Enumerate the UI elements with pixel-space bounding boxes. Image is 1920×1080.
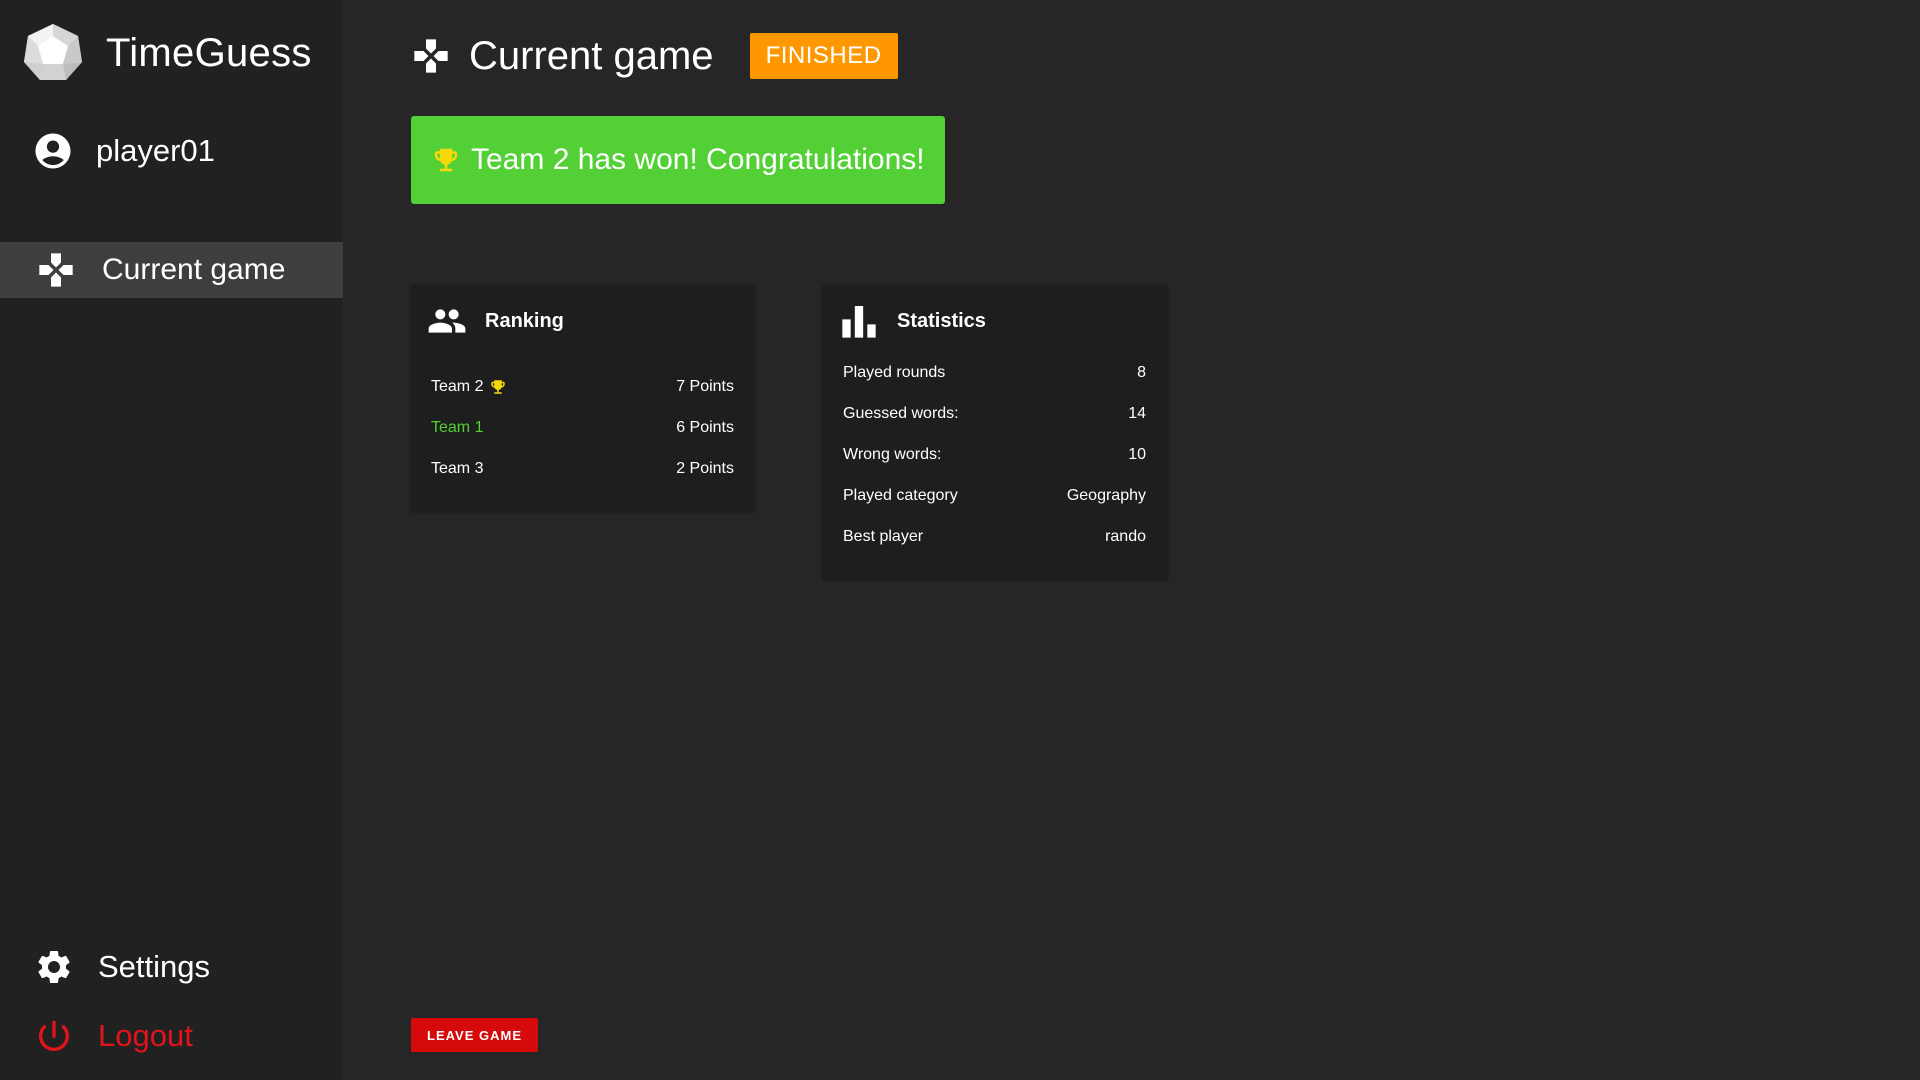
settings-link[interactable]: Settings bbox=[34, 947, 210, 987]
dodecahedron-logo bbox=[24, 24, 82, 80]
statistic-value: Geography bbox=[1066, 487, 1146, 504]
team-points: 7 Points bbox=[676, 378, 734, 395]
statistic-row: Best player rando bbox=[843, 525, 1146, 549]
statistics-card: Statistics Played rounds 8 Guessed words… bbox=[823, 285, 1167, 579]
brand: TimeGuess bbox=[22, 22, 312, 84]
statistic-label: Played category bbox=[843, 487, 958, 504]
statistic-label: Wrong words: bbox=[843, 446, 942, 463]
sidebar-item-current-game[interactable]: Current game bbox=[0, 242, 343, 298]
ranking-row: Team 3 2 Points bbox=[431, 457, 734, 481]
statistic-value: 10 bbox=[1128, 446, 1146, 463]
page-header: Current game FINISHED bbox=[411, 32, 898, 80]
gamepad-icon bbox=[39, 253, 73, 287]
statistic-row: Played category Geography bbox=[843, 484, 1146, 508]
ranking-row: Team 2 7 Points bbox=[431, 375, 734, 399]
trophy-icon bbox=[434, 148, 458, 172]
team-points: 6 Points bbox=[676, 419, 734, 436]
statistics-title: Statistics bbox=[897, 309, 986, 332]
team-name: Team 1 bbox=[431, 419, 484, 436]
statistic-row: Wrong words: 10 bbox=[843, 443, 1146, 467]
ranking-card: Ranking Team 2 7 Points Team 1 6 Points … bbox=[411, 285, 755, 511]
statistic-value: rando bbox=[1105, 528, 1146, 545]
group-icon bbox=[428, 309, 466, 333]
statistic-label: Played rounds bbox=[843, 364, 946, 381]
user-profile[interactable]: player01 bbox=[32, 130, 215, 172]
team-name: Team 3 bbox=[431, 460, 484, 477]
gamepad-icon bbox=[414, 39, 448, 73]
account-circle-icon bbox=[35, 133, 71, 169]
ranking-row: Team 1 6 Points bbox=[431, 416, 734, 440]
statistic-label: Best player bbox=[843, 528, 924, 545]
power-icon bbox=[39, 1021, 69, 1051]
statistic-value: 8 bbox=[1137, 364, 1146, 381]
statistic-label: Guessed words: bbox=[843, 405, 959, 422]
statistic-value: 14 bbox=[1128, 405, 1146, 422]
trophy-icon bbox=[491, 380, 506, 394]
leave-game-button[interactable]: LEAVE GAME bbox=[411, 1018, 538, 1052]
win-banner: Team 2 has won! Congratulations! bbox=[411, 116, 945, 204]
app-title: TimeGuess bbox=[106, 30, 312, 75]
bar-chart-icon bbox=[842, 306, 876, 338]
sidebar-item-label: Current game bbox=[102, 253, 286, 286]
statistic-row: Guessed words: 14 bbox=[843, 402, 1146, 426]
ranking-header: Ranking bbox=[427, 301, 564, 341]
team-name: Team 2 bbox=[431, 378, 484, 395]
statistics-header: Statistics bbox=[839, 301, 986, 341]
page-title: Current game bbox=[469, 33, 714, 78]
gear-icon bbox=[38, 951, 70, 983]
settings-label: Settings bbox=[98, 949, 211, 984]
logout-label: Logout bbox=[98, 1018, 193, 1053]
statistic-row: Played rounds 8 bbox=[843, 361, 1146, 385]
username: player01 bbox=[96, 133, 215, 168]
sidebar: TimeGuess player01 Current game Settings… bbox=[0, 0, 343, 1080]
logout-link[interactable]: Logout bbox=[34, 1016, 193, 1056]
status-badge: FINISHED bbox=[749, 33, 898, 79]
win-message: Team 2 has won! Congratulations! bbox=[471, 143, 925, 176]
ranking-title: Ranking bbox=[485, 309, 564, 332]
team-points: 2 Points bbox=[676, 460, 734, 477]
